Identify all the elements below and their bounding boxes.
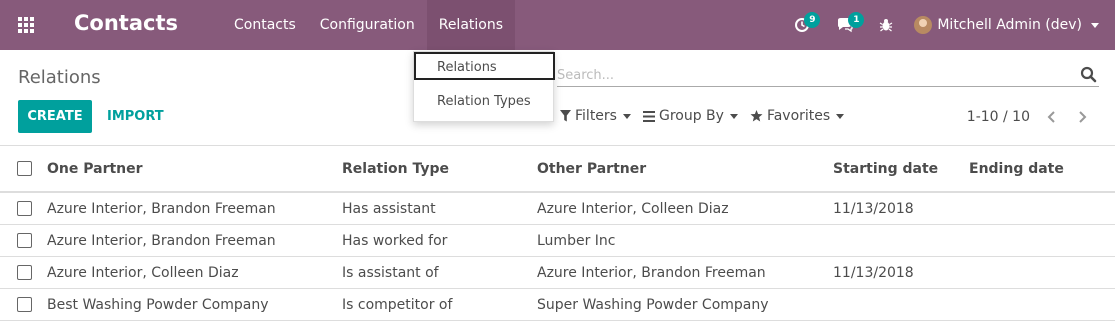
import-button[interactable]: IMPORT xyxy=(107,100,164,133)
messages-button[interactable]: 1 xyxy=(822,0,868,50)
cell-other-partner: Azure Interior, Colleen Diaz xyxy=(537,200,729,217)
debug-button[interactable] xyxy=(868,0,904,50)
cell-other-partner: Super Washing Powder Company xyxy=(537,296,769,313)
cell-relation-type: Has assistant xyxy=(342,200,436,217)
chevron-down-icon xyxy=(1091,22,1099,28)
search-input[interactable] xyxy=(557,65,1057,85)
column-starting-date[interactable]: Starting date xyxy=(833,146,938,191)
filters-label: Filters xyxy=(575,108,617,124)
filters-button[interactable]: Filters xyxy=(560,108,631,124)
activities-button[interactable]: 9 xyxy=(782,0,822,50)
select-all-checkbox[interactable] xyxy=(17,161,32,176)
activities-badge: 9 xyxy=(804,12,821,28)
cell-one-partner: Best Washing Powder Company xyxy=(47,296,269,313)
favorites-button[interactable]: Favorites xyxy=(750,108,845,124)
cell-one-partner: Azure Interior, Brandon Freeman xyxy=(47,232,276,249)
systray: 9 1 Mitchell Admin (dev) xyxy=(782,0,1115,50)
table-row[interactable]: Azure Interior, Brandon Freeman Has assi… xyxy=(0,193,1115,225)
chevron-left-icon[interactable] xyxy=(1043,107,1061,127)
cell-relation-type: Is assistant of xyxy=(342,264,439,281)
cell-starting-date: 11/13/2018 xyxy=(833,200,914,217)
avatar xyxy=(914,16,933,34)
pager-value[interactable]: 1-10 / 10 xyxy=(967,109,1030,125)
column-other-partner[interactable]: Other Partner xyxy=(537,146,646,191)
relations-table: One Partner Relation Type Other Partner … xyxy=(0,145,1115,321)
main-menu: Contacts Configuration Relations xyxy=(222,0,516,50)
filter-icon xyxy=(560,110,571,122)
row-checkbox[interactable] xyxy=(17,233,32,248)
cell-other-partner: Azure Interior, Brandon Freeman xyxy=(537,264,766,281)
app-brand[interactable]: Contacts xyxy=(74,11,178,35)
row-checkbox[interactable] xyxy=(17,201,32,216)
menu-relations[interactable]: Relations xyxy=(426,0,516,50)
chevron-right-icon[interactable] xyxy=(1073,107,1091,127)
table-row[interactable]: Best Washing Powder Company Is competito… xyxy=(0,289,1115,321)
dropdown-item-relations[interactable]: Relations xyxy=(414,52,555,80)
cell-relation-type: Has worked for xyxy=(342,232,448,249)
cell-relation-type: Is competitor of xyxy=(342,296,453,313)
chevron-down-icon xyxy=(729,113,738,119)
cell-one-partner: Azure Interior, Colleen Diaz xyxy=(47,264,239,281)
user-name: Mitchell Admin (dev) xyxy=(937,17,1082,33)
search-icon[interactable] xyxy=(1080,66,1097,83)
menu-contacts[interactable]: Contacts xyxy=(222,0,308,50)
cell-one-partner: Azure Interior, Brandon Freeman xyxy=(47,200,276,217)
dropdown-item-relation-types[interactable]: Relation Types xyxy=(414,88,555,116)
column-ending-date[interactable]: Ending date xyxy=(969,146,1064,191)
group-by-label: Group By xyxy=(658,108,724,124)
table-row[interactable]: Azure Interior, Brandon Freeman Has work… xyxy=(0,225,1115,257)
cell-other-partner: Lumber Inc xyxy=(537,232,616,249)
chevron-down-icon xyxy=(622,113,631,119)
create-button[interactable]: CREATE xyxy=(18,100,92,133)
top-navbar: Contacts Contacts Configuration Relation… xyxy=(0,0,1115,50)
menu-configuration[interactable]: Configuration xyxy=(308,0,427,50)
bug-icon xyxy=(880,19,893,32)
favorites-label: Favorites xyxy=(766,108,831,124)
cell-starting-date: 11/13/2018 xyxy=(833,264,914,281)
table-row[interactable]: Azure Interior, Colleen Diaz Is assistan… xyxy=(0,257,1115,289)
messages-badge: 1 xyxy=(848,12,865,28)
row-checkbox[interactable] xyxy=(17,297,32,312)
chevron-down-icon xyxy=(836,113,845,119)
user-menu[interactable]: Mitchell Admin (dev) xyxy=(904,0,1115,50)
search-bar xyxy=(557,63,1099,87)
group-by-button[interactable]: Group By xyxy=(642,108,738,124)
table-header: One Partner Relation Type Other Partner … xyxy=(0,145,1115,193)
column-one-partner[interactable]: One Partner xyxy=(47,146,143,191)
search-options: Filters Group By Favorites xyxy=(560,108,856,124)
star-icon xyxy=(750,110,763,122)
apps-menu-icon[interactable] xyxy=(18,17,36,33)
relations-dropdown: Relations Relation Types xyxy=(413,51,555,122)
row-checkbox[interactable] xyxy=(17,265,32,280)
page-title: Relations xyxy=(18,67,101,88)
list-icon xyxy=(642,110,655,122)
column-relation-type[interactable]: Relation Type xyxy=(342,146,449,191)
